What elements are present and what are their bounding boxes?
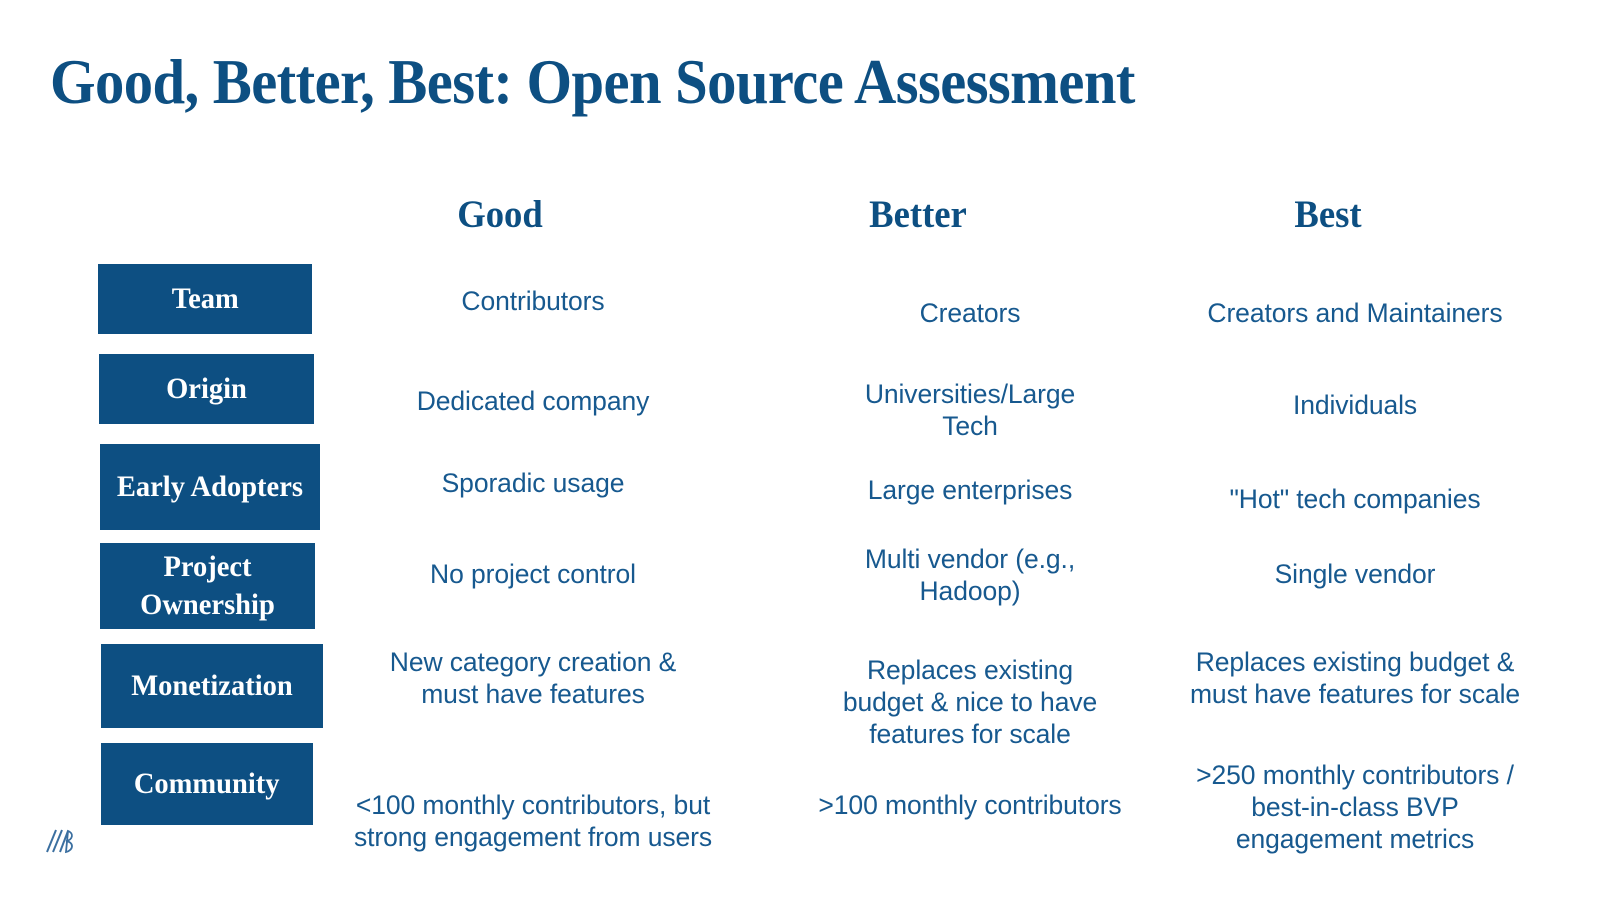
cell-project-ownership-better: Multi vendor (e.g., Hadoop) xyxy=(864,544,1076,606)
slide-canvas: Good, Better, Best: Open Source Assessme… xyxy=(0,0,1600,900)
cell-team-best: Creators and Maintainers xyxy=(1207,298,1503,328)
row-label-team: Team xyxy=(98,264,312,334)
cell-origin-good: Dedicated company xyxy=(416,386,650,416)
cell-community-best: >250 monthly contributors / best-in-clas… xyxy=(1196,760,1514,854)
row-label-community: Community xyxy=(101,743,313,825)
row-label-text: Early Adopters xyxy=(116,470,304,503)
bvp-logo-svg xyxy=(46,829,73,854)
row-label-project-ownership: Project Ownership xyxy=(100,543,315,629)
cell-project-ownership-good: No project control xyxy=(430,559,636,589)
cell-early-adopters-good: Sporadic usage xyxy=(441,468,625,498)
column-header-best: Best xyxy=(1294,193,1362,236)
cell-origin-best: Individuals xyxy=(1292,390,1418,420)
row-label-text: Origin xyxy=(166,372,247,405)
column-header-good: Good xyxy=(457,193,543,236)
row-label-early-adopters: Early Adopters xyxy=(100,444,320,530)
row-label-text: Community xyxy=(134,767,280,800)
cell-monetization-best: Replaces existing budget & must have fea… xyxy=(1189,647,1521,709)
row-label-origin: Origin xyxy=(99,354,314,424)
row-label-monetization: Monetization xyxy=(101,644,323,728)
row-label-text: Team xyxy=(171,282,239,315)
cell-origin-better: Universities/Large Tech xyxy=(864,379,1076,441)
cell-project-ownership-best: Single vendor xyxy=(1274,559,1436,589)
row-label-text: Monetization xyxy=(131,669,293,702)
cell-team-better: Creators xyxy=(919,298,1021,328)
cell-community-better: >100 monthly contributors xyxy=(818,790,1122,820)
bvp-logo-mark-icon xyxy=(44,822,76,860)
cell-early-adopters-better: Large enterprises xyxy=(867,475,1073,505)
cell-early-adopters-best: "Hot" tech companies xyxy=(1229,484,1481,514)
page-title: Good, Better, Best: Open Source Assessme… xyxy=(50,47,1135,117)
column-header-better: Better xyxy=(869,193,967,236)
cell-monetization-good: New category creation & must have featur… xyxy=(389,647,677,709)
cell-team-good: Contributors xyxy=(461,286,605,316)
cell-community-good: <100 monthly contributors, but strong en… xyxy=(353,790,713,852)
row-label-text: Project Ownership xyxy=(140,550,275,621)
cell-monetization-better: Replaces existing budget & nice to have … xyxy=(842,655,1098,749)
